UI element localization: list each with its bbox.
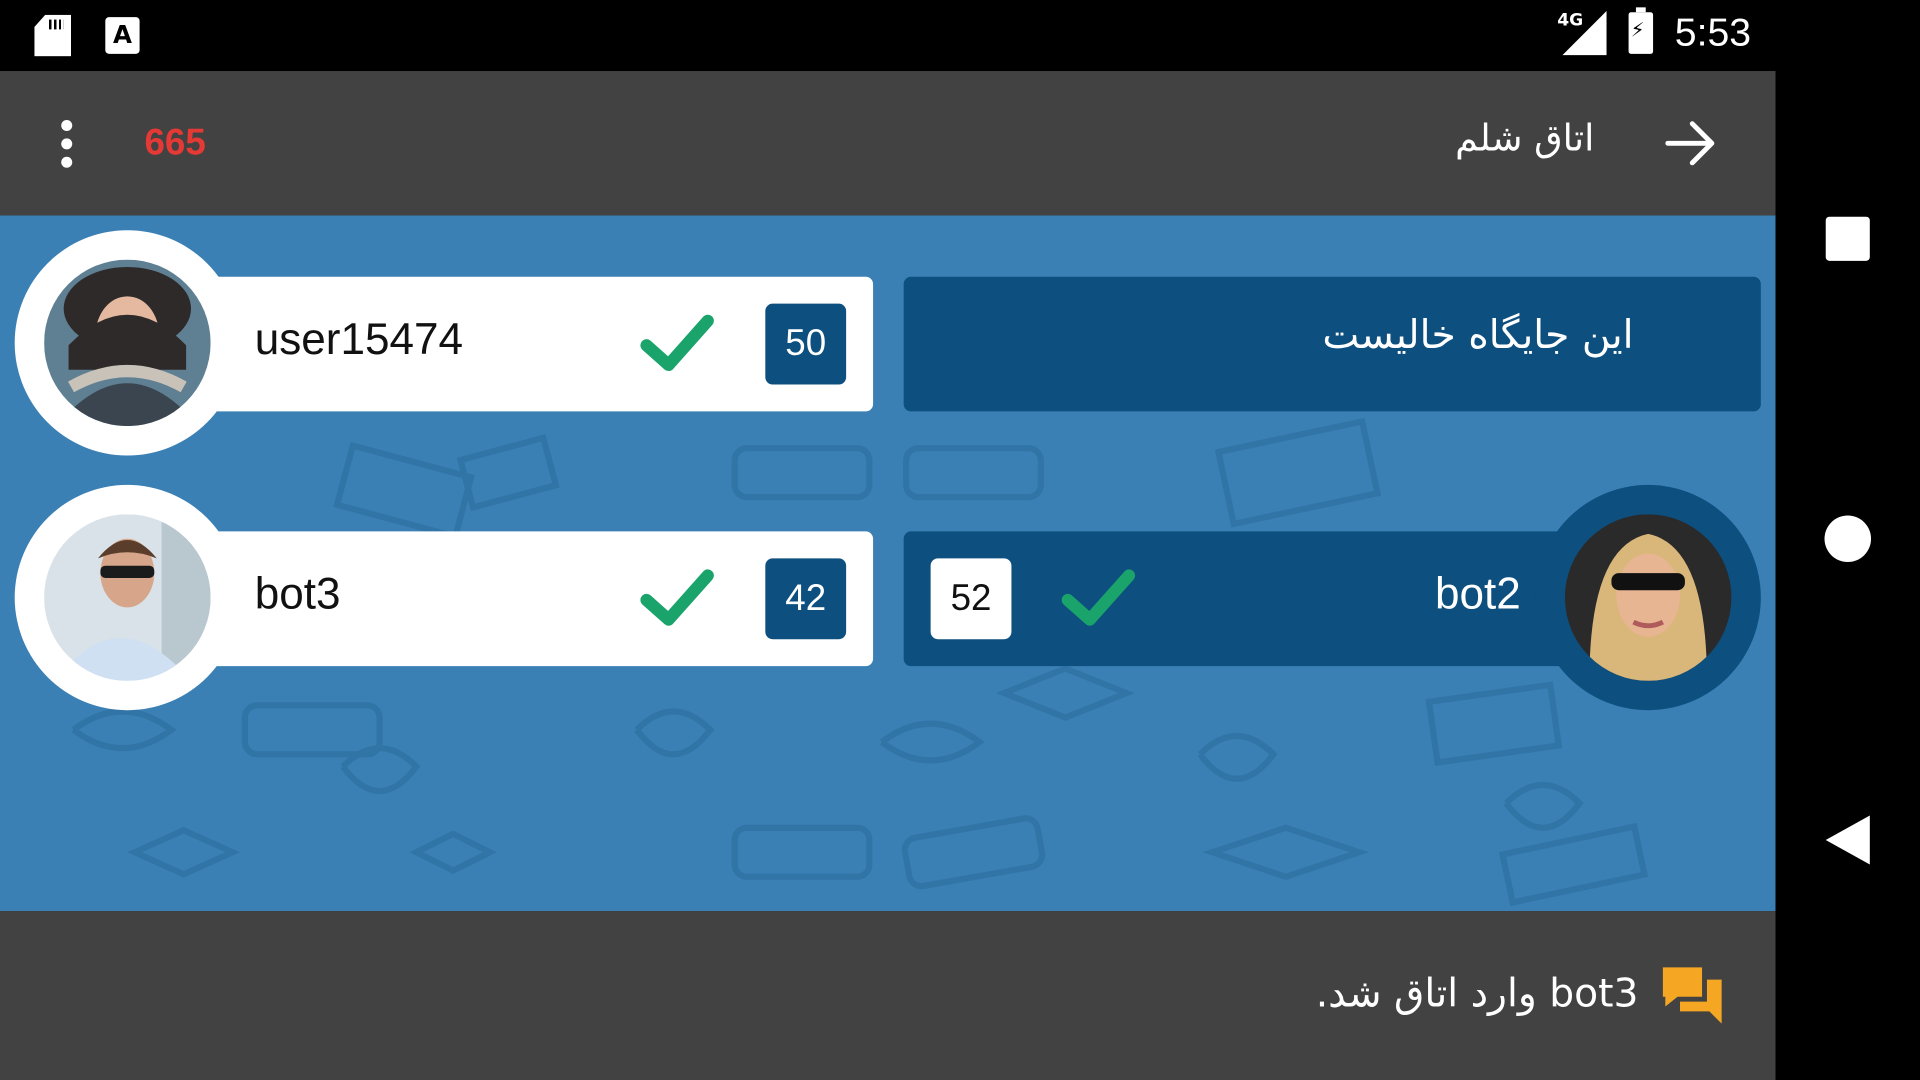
home-icon[interactable]	[1824, 515, 1872, 563]
recents-icon[interactable]	[1825, 216, 1870, 261]
score-badge: 42	[765, 558, 847, 640]
status-time: 5:53	[1674, 9, 1752, 54]
signal-icon: 4G	[1557, 10, 1607, 55]
back-arrow-icon[interactable]	[1665, 118, 1716, 169]
seat-top-left[interactable]: user15474 50	[195, 276, 874, 412]
seat-bottom-left[interactable]: bot3 42	[195, 531, 874, 667]
status-bar: A 4G 5:53	[0, 0, 1776, 72]
avatar-ring	[14, 484, 241, 711]
game-table: user15474 50 این جایگاه خالیست bot3 42 5…	[0, 215, 1776, 912]
chat-bubbles-icon[interactable]	[1660, 965, 1724, 1026]
overflow-menu-icon[interactable]	[56, 120, 76, 169]
system-nav-bar	[1775, 0, 1920, 1080]
page-title: اتاق شلم	[1455, 117, 1595, 161]
avatar[interactable]	[44, 259, 211, 427]
system-message: bot3 وارد اتاق شد.	[1315, 969, 1639, 1017]
score-badge: 50	[765, 303, 847, 385]
sd-card-icon	[34, 14, 72, 57]
message-bar: bot3 وارد اتاق شد.	[0, 911, 1776, 1080]
ready-check-icon	[640, 569, 714, 626]
keyboard-a-icon: A	[105, 17, 140, 54]
empty-seat-text: این جایگاه خالیست	[1322, 311, 1634, 358]
seat-top-right[interactable]: این جایگاه خالیست	[903, 276, 1761, 412]
player-name: user15474	[254, 313, 464, 364]
score-badge: 52	[930, 558, 1012, 640]
coin-count: 665	[144, 122, 206, 163]
ready-check-icon	[640, 314, 714, 372]
avatar-ring	[14, 230, 241, 456]
avatar-ring	[1535, 484, 1761, 711]
app-bar: 665 اتاق شلم	[0, 71, 1776, 216]
player-name: bot2	[1435, 568, 1521, 619]
avatar[interactable]	[1564, 514, 1732, 681]
seat-bottom-right[interactable]: 52 bot2	[903, 531, 1639, 667]
back-icon[interactable]	[1825, 815, 1870, 865]
network-label: 4G	[1557, 10, 1584, 31]
ready-check-icon	[1061, 569, 1136, 626]
player-name: bot3	[254, 568, 341, 619]
avatar[interactable]	[44, 514, 211, 681]
battery-charging-icon	[1628, 6, 1653, 54]
